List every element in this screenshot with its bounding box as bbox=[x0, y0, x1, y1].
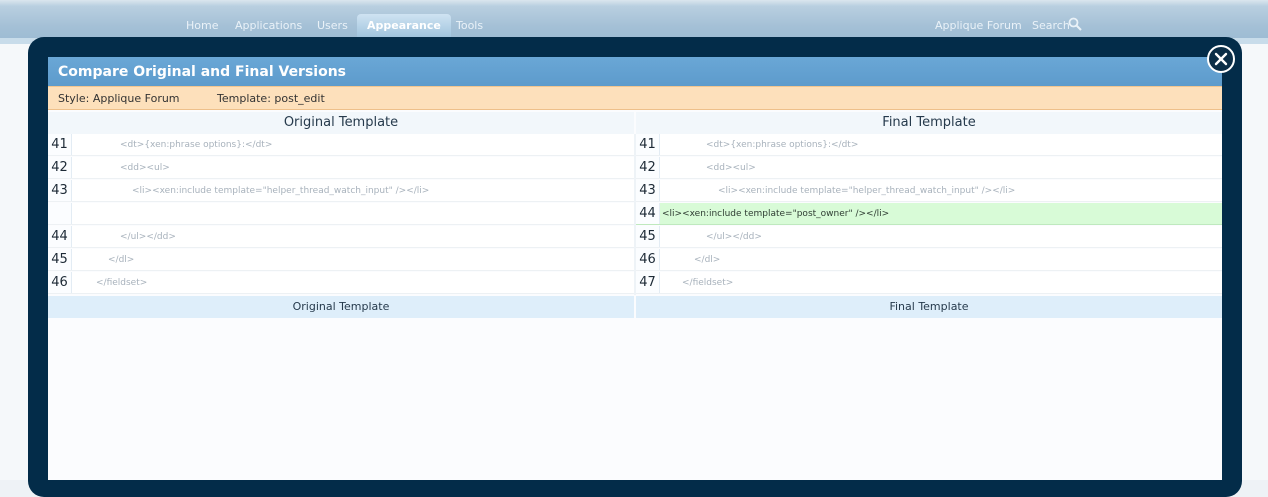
tab-tools[interactable]: Tools bbox=[456, 14, 483, 38]
final-row: 45 </ul></dd> bbox=[636, 226, 1222, 248]
search-link[interactable]: Search bbox=[1032, 14, 1070, 38]
code-line: </fieldset> bbox=[96, 278, 148, 288]
final-row: 46 </dl> bbox=[636, 249, 1222, 271]
line-number: 41 bbox=[48, 134, 72, 155]
overlay-title: Compare Original and Final Versions bbox=[48, 57, 1222, 86]
tab-applications[interactable]: Applications bbox=[235, 14, 302, 38]
code-line: <li><xen:include template="helper_thread… bbox=[132, 186, 430, 196]
site-link[interactable]: Applique Forum bbox=[935, 14, 1022, 38]
code-line: </fieldset> bbox=[682, 278, 734, 288]
original-row: 46 </fieldset> bbox=[48, 272, 634, 294]
final-template-footer: Final Template bbox=[636, 296, 1222, 318]
tab-home[interactable]: Home bbox=[186, 14, 218, 38]
line-number: 41 bbox=[636, 134, 660, 155]
final-row: 43 <li><xen:include template="helper_thr… bbox=[636, 180, 1222, 202]
line-number: 45 bbox=[48, 249, 72, 270]
code-line: </dl> bbox=[108, 255, 135, 265]
original-row: 45 </dl> bbox=[48, 249, 634, 271]
original-template-header: Original Template bbox=[48, 112, 634, 134]
original-row-empty bbox=[48, 203, 634, 225]
code-line: <dt>{xen:phrase options}:</dt> bbox=[120, 140, 273, 150]
tab-users[interactable]: Users bbox=[317, 14, 348, 38]
line-number: 43 bbox=[636, 180, 660, 201]
style-label: Style: Applique Forum bbox=[58, 92, 180, 105]
compare-panel: Compare Original and Final Versions Styl… bbox=[48, 57, 1222, 480]
line-number: 47 bbox=[636, 272, 660, 293]
final-template-header: Final Template bbox=[636, 112, 1222, 134]
code-line: <li><xen:include template="helper_thread… bbox=[718, 186, 1016, 196]
tab-appearance[interactable]: Appearance bbox=[357, 14, 451, 38]
line-number: 42 bbox=[48, 157, 72, 178]
final-row-added: 44 <li><xen:include template="post_owner… bbox=[636, 203, 1222, 225]
search-icon[interactable] bbox=[1068, 17, 1082, 31]
code-line: </ul></dd> bbox=[120, 232, 176, 242]
line-number: 44 bbox=[48, 226, 72, 247]
code-line: </dl> bbox=[694, 255, 721, 265]
template-info-bar: Style: Applique Forum Template: post_edi… bbox=[48, 86, 1222, 110]
code-line: </ul></dd> bbox=[706, 232, 762, 242]
line-number: 45 bbox=[636, 226, 660, 247]
original-row: 42 <dd><ul> bbox=[48, 157, 634, 179]
final-row: 41 <dt>{xen:phrase options}:</dt> bbox=[636, 134, 1222, 156]
original-row: 44 </ul></dd> bbox=[48, 226, 634, 248]
line-number: 46 bbox=[48, 272, 72, 293]
code-line-added: <li><xen:include template="post_owner" /… bbox=[662, 209, 890, 219]
code-line: <dd><ul> bbox=[120, 163, 170, 173]
line-number: 43 bbox=[48, 180, 72, 201]
original-row: 43 <li><xen:include template="helper_thr… bbox=[48, 180, 634, 202]
close-button[interactable] bbox=[1207, 45, 1235, 73]
line-number: 42 bbox=[636, 157, 660, 178]
final-row: 42 <dd><ul> bbox=[636, 157, 1222, 179]
template-label: Template: post_edit bbox=[217, 92, 325, 105]
original-row: 41 <dt>{xen:phrase options}:</dt> bbox=[48, 134, 634, 156]
line-number bbox=[48, 203, 72, 224]
close-icon[interactable] bbox=[1214, 52, 1228, 66]
original-template-footer: Original Template bbox=[48, 296, 634, 318]
line-number: 44 bbox=[636, 203, 660, 224]
code-line: <dd><ul> bbox=[706, 163, 756, 173]
code-line: <dt>{xen:phrase options}:</dt> bbox=[706, 140, 859, 150]
line-number: 46 bbox=[636, 249, 660, 270]
final-row: 47 </fieldset> bbox=[636, 272, 1222, 294]
